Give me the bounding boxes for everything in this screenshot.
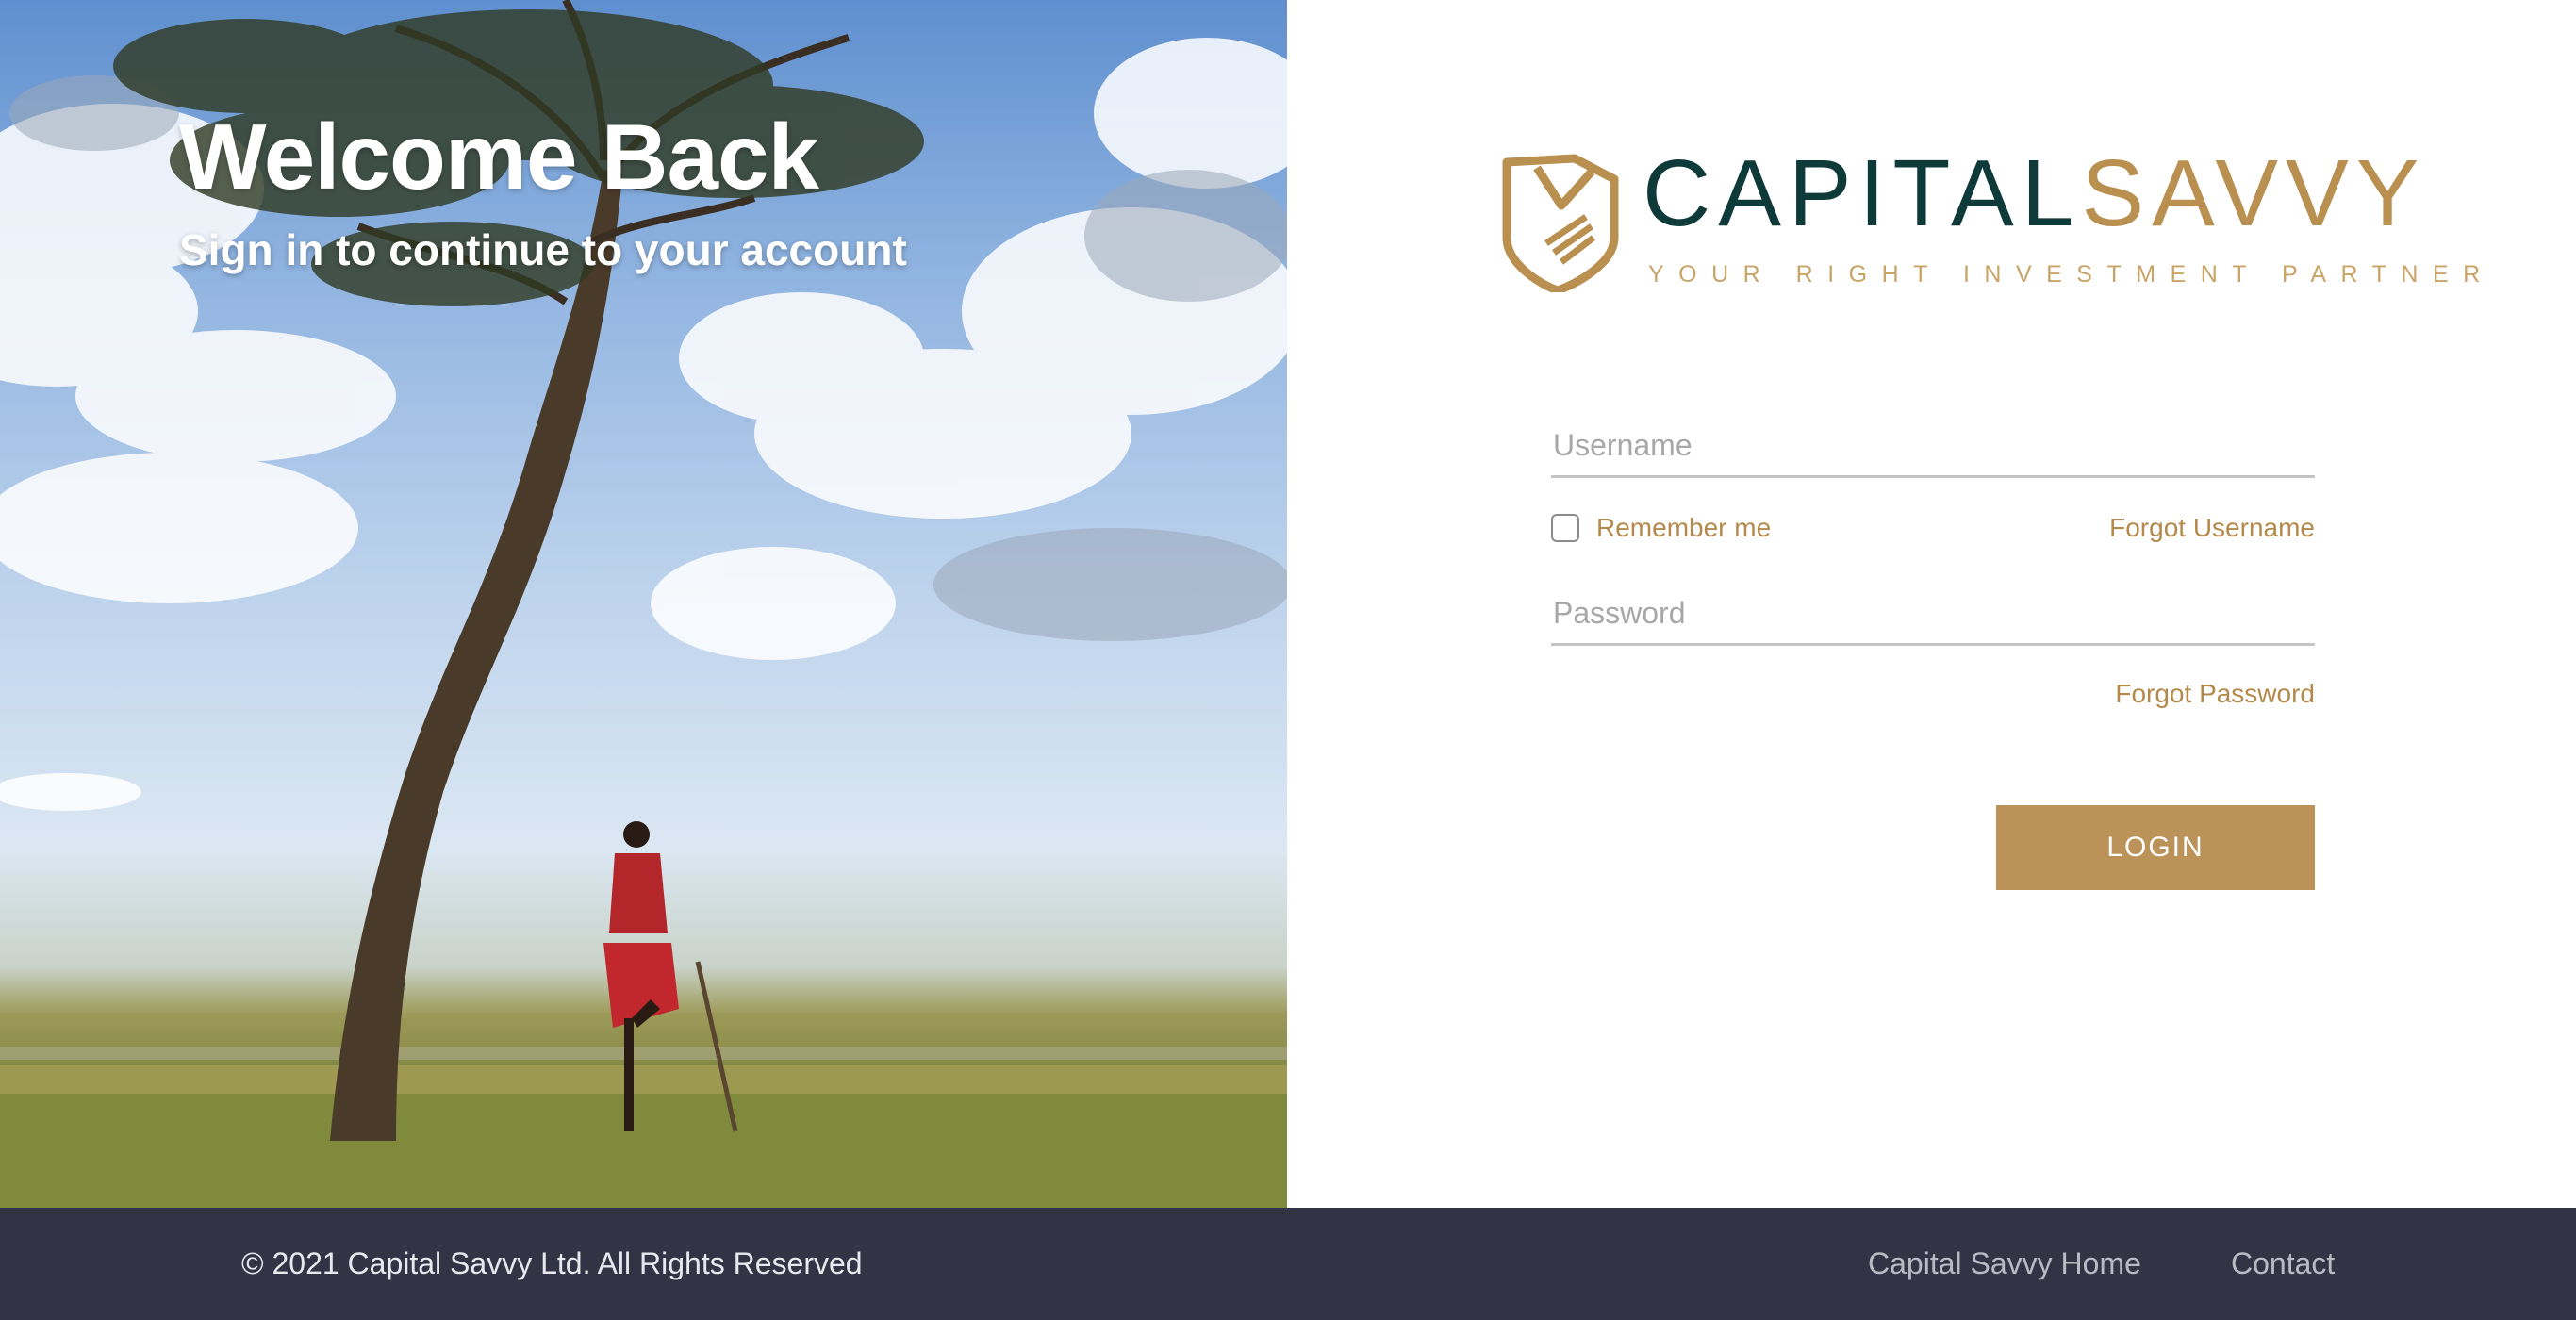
hero-title: Welcome Back: [179, 105, 819, 208]
password-field-container: [1551, 564, 2319, 646]
hero-panel: Welcome Back Sign in to continue to your…: [0, 0, 1287, 1208]
remember-me-label[interactable]: Remember me: [1596, 513, 1771, 543]
remember-me[interactable]: Remember me: [1551, 513, 1771, 543]
footer-contact-link[interactable]: Contact: [2231, 1208, 2335, 1320]
footer: © 2021 Capital Savvy Ltd. All Rights Res…: [0, 1208, 2576, 1320]
brand-name-savvy: SAVVY: [2081, 140, 2427, 246]
login-button[interactable]: LOGIN: [1996, 805, 2315, 890]
password-input[interactable]: [1551, 595, 2319, 632]
footer-home-link[interactable]: Capital Savvy Home: [1868, 1208, 2141, 1320]
remember-me-checkbox[interactable]: [1551, 514, 1579, 542]
brand-logo: CAPITALSAVVY YOUR RIGHT INVESTMENT PARTN…: [1499, 146, 2480, 297]
forgot-username-link[interactable]: Forgot Username: [2109, 513, 2315, 543]
brand-name-capital: CAPITAL: [1643, 140, 2082, 246]
footer-copyright: © 2021 Capital Savvy Ltd. All Rights Res…: [241, 1246, 863, 1280]
username-input[interactable]: [1551, 427, 2319, 464]
forgot-password-link[interactable]: Forgot Password: [2115, 679, 2315, 709]
brand-tagline: YOUR RIGHT INVESTMENT PARTNER: [1648, 261, 2495, 288]
hero-subtitle: Sign in to continue to your account: [179, 225, 907, 274]
username-field-container: [1551, 396, 2319, 478]
shield-logo-icon: [1502, 154, 1619, 292]
brand-name: CAPITALSAVVY: [1643, 146, 2426, 240]
